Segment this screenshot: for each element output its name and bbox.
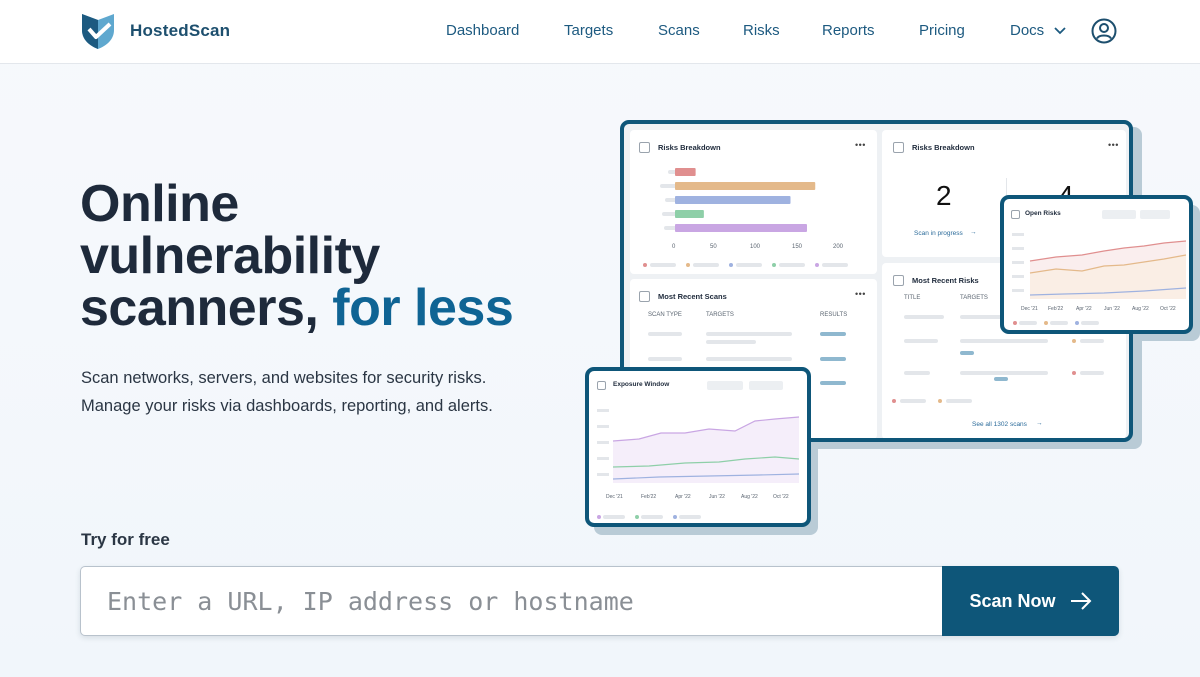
nav-targets[interactable]: Targets	[564, 22, 613, 39]
grid-icon	[893, 275, 904, 286]
open-risks-chart	[1012, 233, 1187, 299]
y-tick-placeholder	[597, 473, 609, 476]
hero-headline: Online vulnerability scanners, for less	[80, 178, 600, 334]
or-axis-2: Apr '22	[1076, 306, 1092, 312]
headline-line-2: vulnerability	[80, 227, 380, 285]
risk-bar	[675, 168, 696, 176]
nav-dashboard[interactable]: Dashboard	[446, 22, 519, 39]
see-all-scans-link[interactable]: See all 1302 scans	[972, 421, 1027, 428]
subtext-line-1: Scan networks, servers, and websites for…	[81, 369, 487, 387]
chevron-down-icon[interactable]	[1053, 26, 1067, 36]
risks-stats-title: Risks Breakdown	[912, 143, 975, 152]
y-tick-placeholder	[597, 441, 609, 444]
risk-bar	[675, 210, 704, 218]
scan-now-button[interactable]: Scan Now	[942, 566, 1119, 636]
ew-axis-3: Jun '22	[709, 494, 725, 500]
y-tick-placeholder	[1012, 289, 1024, 292]
exposure-window-chart	[597, 409, 800, 483]
most-recent-scans-title: Most Recent Scans	[658, 292, 727, 301]
risk-bar	[675, 196, 791, 204]
y-tick-placeholder	[597, 457, 609, 460]
arrow-right-icon	[1070, 592, 1091, 610]
y-tick-placeholder	[1012, 233, 1024, 236]
risk-bar	[675, 182, 816, 190]
headline-scanners: scanners,	[80, 279, 319, 337]
or-axis-4: Aug '22	[1132, 306, 1149, 312]
rb-axis-0: 0	[672, 244, 676, 250]
col-title: TITLE	[904, 295, 921, 301]
target-input[interactable]	[80, 566, 942, 636]
open-risks-frame: Open Risks Dec '21 Feb'22 Apr '22 Jun '2…	[1000, 195, 1193, 334]
y-tick-placeholder	[1012, 247, 1024, 250]
scan-in-progress-link[interactable]: Scan in progress	[914, 230, 963, 237]
subtext-line-2: Manage your risks via dashboards, report…	[81, 397, 493, 415]
arrow-right-icon: →	[970, 229, 977, 236]
dashboard-illustration: Risks Breakdown ••• 0 50 100 150 200 Ris…	[580, 115, 1200, 545]
rb-axis-200: 200	[833, 244, 844, 250]
nav-pricing[interactable]: Pricing	[919, 22, 965, 39]
col-scan-type: SCAN TYPE	[648, 312, 682, 318]
account-icon[interactable]	[1091, 18, 1117, 44]
col-targets: TARGETS	[706, 312, 734, 318]
headline-line-3: scanners, for less	[80, 282, 600, 334]
col-results: RESULTS	[820, 312, 848, 318]
risks-breakdown-card: Risks Breakdown ••• 0 50 100 150 200	[630, 130, 877, 274]
or-axis-3: Jun '22	[1104, 306, 1120, 312]
ew-axis-4: Aug '22	[741, 494, 758, 500]
hero-subtext: Scan networks, servers, and websites for…	[81, 364, 541, 420]
ew-axis-0: Dec '21	[606, 494, 623, 500]
ew-axis-5: Oct '22	[773, 494, 789, 500]
scan-now-label: Scan Now	[969, 590, 1056, 611]
main-nav: Dashboard Targets Scans Risks Reports Pr…	[0, 22, 1200, 42]
rb-axis-100: 100	[750, 244, 761, 250]
more-icon[interactable]: •••	[1108, 140, 1119, 150]
or-axis-1: Feb'22	[1048, 306, 1064, 312]
headline-line-1: Online	[80, 175, 239, 233]
col-targets: TARGETS	[960, 295, 988, 301]
nav-docs[interactable]: Docs	[1010, 22, 1044, 39]
ew-axis-2: Apr '22	[675, 494, 691, 500]
series-area	[613, 417, 799, 483]
y-tick-placeholder	[1012, 275, 1024, 278]
try-for-free-label: Try for free	[81, 530, 170, 549]
y-tick-placeholder	[1012, 261, 1024, 264]
risk-bar	[675, 224, 807, 232]
nav-risks[interactable]: Risks	[743, 22, 780, 39]
nav-scans[interactable]: Scans	[658, 22, 700, 39]
stat-value: 2	[936, 180, 952, 211]
top-navbar: HostedScan Dashboard Targets Scans Risks…	[0, 0, 1200, 64]
rb-axis-50: 50	[710, 244, 717, 250]
chart-icon	[893, 142, 904, 153]
arrow-right-icon: →	[1036, 420, 1043, 427]
nav-reports[interactable]: Reports	[822, 22, 875, 39]
y-tick-placeholder	[597, 425, 609, 428]
grid-icon	[639, 291, 650, 302]
risks-breakdown-bars	[675, 168, 816, 232]
rb-axis-150: 150	[792, 244, 803, 250]
or-axis-0: Dec '21	[1021, 306, 1038, 312]
more-icon[interactable]: •••	[855, 289, 866, 299]
scan-form: Scan Now	[80, 566, 1119, 636]
headline-accent: for less	[332, 279, 514, 337]
or-axis-5: Oct '22	[1160, 306, 1176, 312]
most-recent-risks-title: Most Recent Risks	[912, 276, 979, 285]
y-tick-placeholder	[597, 409, 609, 412]
exposure-window-frame: Exposure Window Dec '21 Feb'22 Apr '22 J…	[585, 367, 811, 527]
ew-axis-1: Feb'22	[641, 494, 657, 500]
